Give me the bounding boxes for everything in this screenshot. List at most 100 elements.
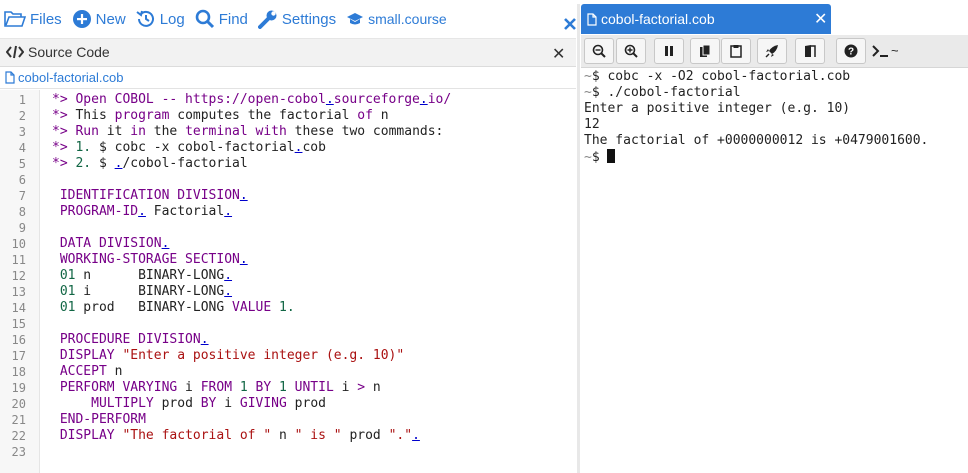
code-editor[interactable]: 1 2 3 4 5 6 7 8 9 10 11 12 13 14 15 16 17 18 19 20 21 22 23 *>… — [0, 90, 576, 473]
code-line[interactable]: 01 n BINARY-LONG. — [52, 268, 232, 284]
code-line[interactable]: MULTIPLY prod BY i GIVING prod — [52, 396, 326, 412]
menu: Files New Log Find Settings small.course — [4, 9, 457, 29]
terminal-output[interactable]: ~$ cobc -x -O2 cobol-factorial.cob ~$ ./c… — [581, 68, 968, 473]
file-tab-label: cobol-factorial.cob — [18, 70, 124, 85]
terminal-text: ./cobol-factorial — [599, 85, 741, 100]
terminal-tab-label: cobol-factorial.cob — [601, 11, 715, 27]
pause-icon — [665, 46, 673, 56]
panel-splitter[interactable] — [577, 4, 580, 473]
terminal-tab-title: cobol-factorial.cob — [587, 11, 715, 27]
terminal-text: 12 — [584, 117, 600, 132]
door-exit-icon — [805, 45, 816, 57]
line-number: 13 — [11, 285, 26, 299]
terminal-text: cobc -x -O2 cobol-factorial.cob — [599, 69, 851, 84]
folder-icon — [4, 11, 26, 27]
close-tab-icon[interactable]: ✕ — [814, 9, 827, 29]
code-icon — [6, 45, 24, 59]
line-number: 8 — [18, 205, 26, 219]
code-line[interactable]: DATA DIVISION. — [52, 236, 170, 252]
find-menu-button[interactable]: Find — [195, 9, 248, 29]
file-icon — [5, 71, 15, 84]
terminal-prompt-indicator[interactable]: ~ — [871, 43, 899, 58]
line-number: 17 — [11, 349, 26, 363]
code-line[interactable]: PROGRAM-ID. Factorial. — [52, 204, 232, 220]
code-line[interactable]: *> Run it in the terminal with these two… — [52, 124, 443, 140]
wrench-icon — [257, 10, 277, 29]
code-line[interactable]: PROCEDURE DIVISION. — [52, 332, 209, 348]
files-label: Files — [30, 10, 62, 28]
clipboard-icon — [730, 45, 742, 58]
paste-button[interactable] — [721, 38, 751, 64]
help-button[interactable]: ? — [836, 38, 866, 64]
code-line[interactable]: *> Open COBOL -- https://open-cobol.sour… — [52, 92, 451, 108]
line-number: 2 — [18, 109, 26, 123]
code-line[interactable]: ACCEPT n — [52, 364, 123, 380]
svg-text:?: ? — [848, 47, 854, 58]
code-line[interactable]: 01 i BINARY-LONG. — [52, 284, 232, 300]
terminal-prompt: ~$ — [584, 150, 600, 165]
code-line[interactable]: DISPLAY "The factorial of " n " is " pro… — [52, 428, 420, 444]
terminal-line: 12 — [584, 117, 600, 133]
code-line[interactable]: PERFORM VARYING i FROM 1 BY 1 UNTIL i > … — [52, 380, 381, 396]
file-tab[interactable]: cobol-factorial.cob — [5, 70, 124, 85]
terminal-tab[interactable]: cobol-factorial.cob ✕ — [581, 4, 831, 34]
close-panel-icon[interactable]: ✕ — [552, 44, 565, 64]
code-line[interactable]: *> This program computes the factorial o… — [52, 108, 389, 124]
run-button[interactable] — [757, 38, 787, 64]
file-tab-bar: cobol-factorial.cob — [0, 67, 576, 89]
line-number: 14 — [11, 301, 26, 315]
line-number: 5 — [18, 157, 26, 171]
code-line[interactable]: DISPLAY "Enter a positive integer (e.g. … — [52, 348, 404, 364]
file-icon — [587, 12, 597, 26]
copy-icon — [699, 44, 710, 57]
code-line[interactable]: WORKING-STORAGE SECTION. — [52, 252, 248, 268]
log-menu-button[interactable]: Log — [136, 9, 185, 29]
line-number: 21 — [11, 413, 26, 427]
terminal-line: ~$ cobc -x -O2 cobol-factorial.cob — [584, 69, 850, 85]
rocket-icon — [765, 45, 778, 58]
line-number: 15 — [11, 317, 26, 331]
settings-menu-button[interactable]: Settings — [257, 9, 336, 29]
line-number: 12 — [11, 269, 26, 283]
terminal-text: Enter a positive integer (e.g. 10) — [584, 101, 851, 116]
log-label: Log — [159, 10, 185, 28]
terminal-line: ~$ — [584, 149, 616, 165]
new-label: New — [95, 10, 126, 28]
line-number-gutter: 1 2 3 4 5 6 7 8 9 10 11 12 13 14 15 16 17 18 19 20 21 22 23 — [0, 90, 40, 473]
course-menu-button[interactable]: small.course — [346, 11, 447, 27]
new-menu-button[interactable]: New — [72, 9, 126, 29]
code-line[interactable]: 01 prod BINARY-LONG VALUE 1. — [52, 300, 295, 316]
line-number: 4 — [18, 141, 26, 155]
source-code-panel-header: Source Code ✕ — [0, 38, 576, 67]
zoom-out-button[interactable] — [584, 38, 614, 64]
terminal-icon — [872, 44, 888, 57]
history-icon — [136, 10, 154, 27]
source-code-label: Source Code — [28, 44, 110, 60]
code-line[interactable]: END-PERFORM — [52, 412, 146, 428]
copy-button[interactable] — [690, 38, 720, 64]
graduation-cap-icon — [347, 13, 364, 25]
line-number: 23 — [11, 445, 26, 459]
line-number: 11 — [11, 253, 26, 267]
course-label: small.course — [368, 11, 447, 27]
top-menu-bar: Files New Log Find Settings small.course — [0, 0, 580, 38]
terminal-path-label: ~ — [891, 43, 899, 58]
zoom-in-button[interactable] — [616, 38, 646, 64]
terminal-text: The factorial of +0000000012 is +0479001… — [584, 133, 929, 148]
code-line[interactable]: *> 1. $ cobc -x cobol-factorial.cob — [52, 140, 326, 156]
files-menu-button[interactable]: Files — [4, 11, 62, 28]
find-label: Find — [218, 10, 248, 28]
line-number: 9 — [18, 221, 26, 235]
terminal-line: ~$ ./cobol-factorial — [584, 85, 741, 101]
plus-circle-icon — [72, 10, 91, 28]
exit-button[interactable] — [795, 38, 825, 64]
search-icon — [195, 9, 214, 29]
line-number: 3 — [18, 125, 26, 139]
pause-button[interactable] — [654, 38, 684, 64]
line-number: 22 — [11, 429, 26, 443]
source-code-title: Source Code — [6, 44, 110, 60]
zoom-out-icon — [592, 44, 606, 58]
code-line[interactable]: IDENTIFICATION DIVISION. — [52, 188, 248, 204]
code-line[interactable]: *> 2. $ ./cobol-factorial — [52, 156, 248, 172]
